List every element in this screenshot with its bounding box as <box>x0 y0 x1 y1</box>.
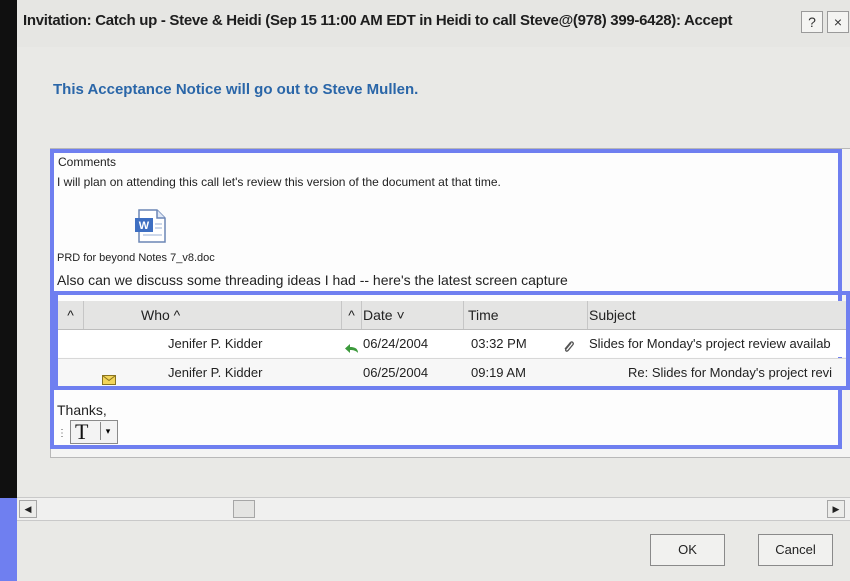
title-bar: Invitation: Catch up - Steve & Heidi (Se… <box>17 0 850 47</box>
acceptance-dialog: Invitation: Catch up - Steve & Heidi (Se… <box>17 0 850 581</box>
scroll-thumb[interactable] <box>233 500 255 518</box>
word-doc-icon[interactable]: W <box>131 206 171 246</box>
comment-text-line[interactable]: I will plan on attending this call let's… <box>57 175 501 189</box>
comment-text-line-2[interactable]: Also can we discuss some threading ideas… <box>57 272 568 288</box>
thread-list-highlight <box>54 291 850 390</box>
toolbar-gripper: ⋮ <box>57 428 67 439</box>
acceptance-notice: This Acceptance Notice will go out to St… <box>53 81 419 98</box>
attachment-name[interactable]: PRD for beyond Notes 7_v8.doc <box>57 252 215 264</box>
window-title: Invitation: Catch up - Steve & Heidi (Se… <box>23 12 733 29</box>
scroll-left-icon[interactable]: ◀ <box>19 500 37 518</box>
help-button[interactable]: ? <box>801 11 823 33</box>
close-button[interactable]: × <box>827 11 849 33</box>
font-icon: T <box>75 419 89 444</box>
side-highlight <box>0 498 17 581</box>
thanks-text[interactable]: Thanks, <box>57 402 107 418</box>
svg-text:W: W <box>139 220 150 232</box>
comments-label: Comments <box>58 155 117 169</box>
horizontal-scrollbar[interactable]: ◀ ▶ <box>17 497 850 521</box>
scroll-right-icon[interactable]: ▶ <box>827 500 845 518</box>
ok-button[interactable]: OK <box>650 534 725 566</box>
chevron-down-icon[interactable]: ▾ <box>100 422 115 440</box>
font-style-dropdown[interactable]: T ▾ <box>70 419 118 444</box>
cancel-button[interactable]: Cancel <box>758 534 833 566</box>
